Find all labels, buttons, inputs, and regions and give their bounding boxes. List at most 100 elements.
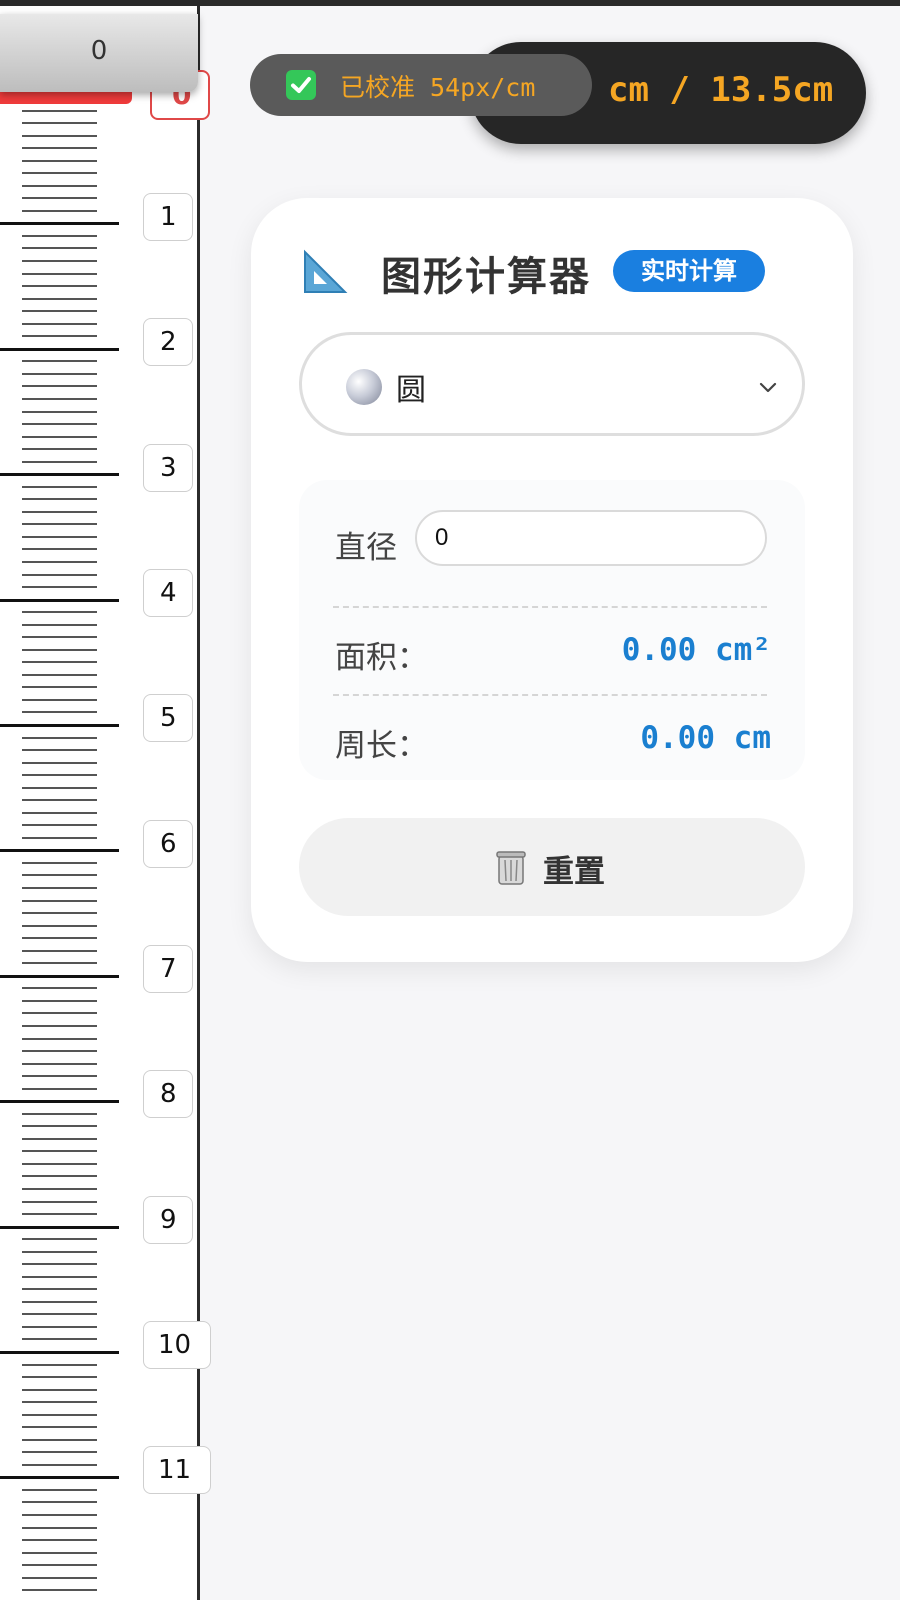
ruler-minor-tick xyxy=(22,749,97,752)
ruler-minor-tick xyxy=(22,1388,97,1391)
ruler-minor-tick xyxy=(22,197,97,200)
ruler-minor-tick xyxy=(22,460,97,463)
ruler-minor-tick xyxy=(22,134,97,137)
ruler-label-3: 3 xyxy=(143,444,193,492)
ruler-minor-tick xyxy=(22,1363,97,1366)
ruler-minor-tick xyxy=(22,310,97,313)
ruler-minor-tick xyxy=(22,322,97,325)
ruler-minor-tick xyxy=(22,1037,97,1040)
ruler-minor-tick xyxy=(22,109,97,112)
ruler-minor-tick xyxy=(22,485,97,488)
ruler-minor-tick xyxy=(22,172,97,175)
ruler[interactable]: 0 1 2 3 4 5 6 7 8 9 10 11 0 xyxy=(0,6,211,1600)
ruler-label-8: 8 xyxy=(143,1070,193,1118)
ruler-minor-tick xyxy=(22,648,97,651)
ruler-minor-tick xyxy=(22,899,97,902)
ruler-minor-tick xyxy=(22,1438,97,1441)
ruler-label-4: 4 xyxy=(143,569,193,617)
ruler-minor-tick xyxy=(22,673,97,676)
ruler-minor-tick xyxy=(22,861,97,864)
ruler-minor-tick xyxy=(22,774,97,777)
ruler-major-tick xyxy=(0,1100,119,1104)
ruler-minor-tick xyxy=(22,1125,97,1128)
ruler-minor-tick xyxy=(22,523,97,526)
slider-value: 0 xyxy=(90,36,108,66)
ruler-major-tick xyxy=(0,1476,119,1480)
ruler-minor-tick xyxy=(22,1514,97,1517)
ruler-label-1: 1 xyxy=(143,193,193,241)
set-square-icon xyxy=(301,248,349,296)
ruler-minor-tick xyxy=(22,586,97,589)
ruler-major-tick xyxy=(0,1351,119,1354)
ruler-minor-tick xyxy=(22,999,97,1002)
ruler-minor-tick xyxy=(22,1488,97,1491)
sphere-icon xyxy=(346,369,382,405)
ruler-minor-tick xyxy=(22,1012,97,1015)
ruler-minor-tick xyxy=(22,1376,97,1379)
calibration-text: 已校准 54px/cm xyxy=(340,73,536,102)
ruler-minor-tick xyxy=(22,1413,97,1416)
ruler-minor-tick xyxy=(22,184,97,187)
ruler-minor-tick xyxy=(22,1313,97,1316)
ruler-major-tick xyxy=(0,849,119,853)
ruler-minor-tick xyxy=(22,122,97,125)
ruler-slider-handle[interactable]: 0 xyxy=(0,14,198,92)
ruler-minor-tick xyxy=(22,623,97,626)
ruler-minor-tick xyxy=(22,811,97,814)
ruler-minor-tick xyxy=(22,247,97,250)
ruler-minor-tick xyxy=(22,1463,97,1466)
ruler-minor-tick xyxy=(22,962,97,965)
length-readout-text: cm / 13.5cm xyxy=(608,70,834,110)
ruler-minor-tick xyxy=(22,824,97,827)
ruler-minor-tick xyxy=(22,510,97,513)
divider xyxy=(333,694,767,696)
ruler-minor-tick xyxy=(22,1263,97,1266)
ruler-minor-tick xyxy=(22,836,97,839)
ruler-minor-tick xyxy=(22,1300,97,1303)
perimeter-value: 0.00 cm xyxy=(640,720,771,756)
ruler-minor-tick xyxy=(22,912,97,915)
ruler-minor-tick xyxy=(22,949,97,952)
ruler-label-7: 7 xyxy=(143,945,193,993)
ruler-minor-tick xyxy=(22,937,97,940)
ruler-minor-tick xyxy=(22,1275,97,1278)
shape-select-value: 圆 xyxy=(396,373,426,408)
calibration-badge[interactable]: 已校准 54px/cm xyxy=(250,54,592,116)
ruler-label-10: 10 xyxy=(143,1321,211,1369)
ruler-label-9: 9 xyxy=(143,1196,193,1244)
area-value: 0.00 cm² xyxy=(621,632,771,668)
ruler-minor-tick xyxy=(22,1062,97,1065)
ruler-major-tick xyxy=(0,1225,119,1229)
ruler-minor-tick xyxy=(22,611,97,614)
ruler-minor-tick xyxy=(22,423,97,426)
ruler-minor-tick xyxy=(22,573,97,576)
ruler-minor-tick xyxy=(22,435,97,438)
ruler-minor-tick xyxy=(22,661,97,664)
area-label: 面积： xyxy=(335,640,428,676)
ruler-minor-tick xyxy=(22,1426,97,1429)
trash-icon xyxy=(496,851,526,885)
ruler-minor-tick xyxy=(22,410,97,413)
ruler-minor-tick xyxy=(22,1338,97,1341)
ruler-minor-tick xyxy=(22,1576,97,1579)
ruler-minor-tick xyxy=(22,1325,97,1328)
ruler-minor-tick xyxy=(22,1288,97,1291)
ruler-major-tick xyxy=(0,347,119,351)
reset-label: 重置 xyxy=(543,854,605,890)
diameter-label: 直径 xyxy=(335,530,397,566)
ruler-label-6: 6 xyxy=(143,820,193,868)
ruler-minor-tick xyxy=(22,1162,97,1165)
ruler-minor-tick xyxy=(22,560,97,563)
ruler-label-5: 5 xyxy=(143,694,193,742)
ruler-minor-tick xyxy=(22,397,97,400)
ruler-major-tick xyxy=(0,473,119,477)
shape-select[interactable]: 圆 xyxy=(299,332,805,436)
ruler-minor-tick xyxy=(22,385,97,388)
reset-button[interactable]: 重置 xyxy=(299,818,805,916)
ruler-minor-tick xyxy=(22,448,97,451)
check-icon xyxy=(286,70,316,100)
ruler-minor-tick xyxy=(22,297,97,300)
ruler-minor-tick xyxy=(22,1024,97,1027)
ruler-minor-tick xyxy=(22,1501,97,1504)
diameter-input[interactable] xyxy=(415,510,767,566)
